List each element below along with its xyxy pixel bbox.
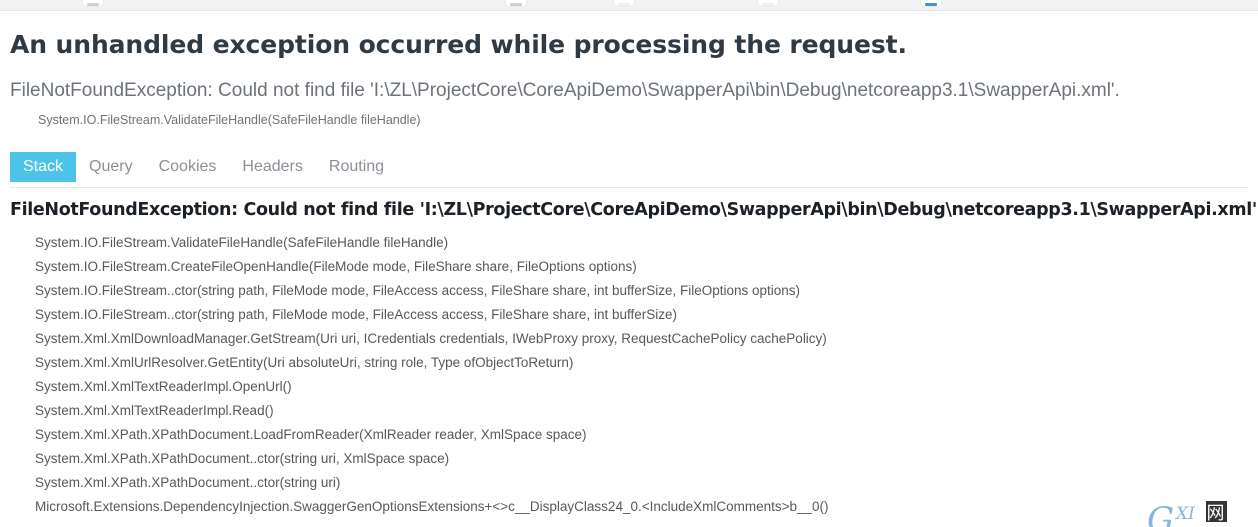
stack-frame: System.IO.FileStream..ctor(string path, … bbox=[35, 282, 801, 298]
tab-cookies[interactable]: Cookies bbox=[146, 152, 230, 183]
stack-frame: System.Xml.XPath.XPathDocument..ctor(str… bbox=[35, 450, 450, 466]
stack-frame: System.IO.FileStream..ctor(string path, … bbox=[35, 306, 677, 322]
stack-frame: System.Xml.XmlTextReaderImpl.OpenUrl() bbox=[35, 378, 292, 394]
stack-frame: System.Xml.XmlTextReaderImpl.Read() bbox=[35, 402, 274, 418]
tab-stack[interactable]: Stack bbox=[10, 151, 77, 183]
exception-message: FileNotFoundException: Could not find fi… bbox=[10, 79, 1120, 101]
tab-headers[interactable]: Headers bbox=[229, 152, 315, 183]
stack-frame: System.IO.FileStream.CreateFileOpenHandl… bbox=[35, 258, 637, 274]
tab-icon[interactable] bbox=[82, 0, 104, 7]
reload-icon[interactable] bbox=[757, 0, 779, 7]
stack-frame: System.Xml.XmlDownloadManager.GetStream(… bbox=[35, 330, 827, 346]
forward-icon[interactable] bbox=[613, 0, 635, 7]
back-icon[interactable] bbox=[505, 0, 527, 7]
stack-frame: System.Xml.XPath.XPathDocument..ctor(str… bbox=[35, 474, 341, 490]
page-title: An unhandled exception occurred while pr… bbox=[10, 30, 907, 59]
bookmark-icon[interactable] bbox=[920, 0, 942, 7]
browser-toolbar-strip bbox=[0, 0, 1258, 11]
developer-exception-page: An unhandled exception occurred while pr… bbox=[0, 30, 1258, 527]
exception-subline: System.IO.FileStream.ValidateFileHandle(… bbox=[38, 112, 421, 127]
stack-frame: System.IO.FileStream.ValidateFileHandle(… bbox=[35, 234, 449, 250]
tab-bar: Stack Query Cookies Headers Routing bbox=[10, 151, 1248, 188]
stack-frame-list: System.IO.FileStream.ValidateFileHandle(… bbox=[10, 231, 1248, 519]
tab-routing[interactable]: Routing bbox=[316, 152, 397, 183]
stack-frame: System.Xml.XPath.XPathDocument.LoadFromR… bbox=[35, 426, 587, 442]
stack-heading: FileNotFoundException: Could not find fi… bbox=[10, 199, 1258, 220]
stack-panel: FileNotFoundException: Could not find fi… bbox=[10, 188, 1258, 519]
stack-frame: Microsoft.Extensions.DependencyInjection… bbox=[35, 498, 829, 514]
tab-query[interactable]: Query bbox=[76, 152, 146, 183]
stack-frame: System.Xml.XmlUrlResolver.GetEntity(Uri … bbox=[35, 354, 574, 370]
